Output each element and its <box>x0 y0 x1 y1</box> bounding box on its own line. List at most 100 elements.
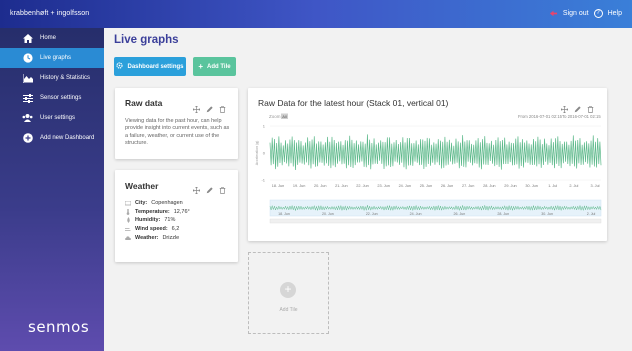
navigator-tick-label: 22. Jun <box>366 212 378 216</box>
weather-value: Copenhagen <box>151 200 183 207</box>
wind-icon <box>125 227 131 232</box>
card-title: Weather <box>125 181 159 191</box>
weather-card: Weather City: Copenhagen Temperature: 12… <box>115 170 238 262</box>
x-tick-label: 21. Jun <box>335 184 347 188</box>
sidebar-item-label: History & Statistics <box>40 75 91 81</box>
users-icon <box>22 113 33 123</box>
edit-icon[interactable] <box>206 100 213 113</box>
weather-value: 6,2 <box>171 226 180 233</box>
weather-label: Wind speed: <box>135 226 168 233</box>
x-tick-label: 26. Jun <box>441 184 453 188</box>
x-tick-label: 30. Jun <box>525 184 537 188</box>
app-window: krabbenhøft + ingolfsson Sign out ? Help… <box>0 0 632 351</box>
navigator-tick-label: 26. Jun <box>454 212 466 216</box>
dashboard-settings-label: Dashboard settings <box>127 63 184 70</box>
sidebar-item-label: Sensor settings <box>40 95 82 101</box>
card-title: Raw data <box>125 98 163 108</box>
weather-row-humidity: Humidity: 71% <box>125 216 190 225</box>
x-tick-label: 19. Jun <box>293 184 305 188</box>
raw-data-chart[interactable]: Zoom All From 2016-07-01 02:15 To 2016-07-0… <box>254 108 604 238</box>
x-tick-label: 23. Jun <box>377 184 389 188</box>
y-tick-label: -1 <box>261 178 265 183</box>
navigator-tick-label: 24. Jun <box>410 212 422 216</box>
sliders-icon <box>22 93 33 103</box>
card-tools <box>192 181 226 195</box>
x-tick-label: 1. Jul <box>548 184 557 188</box>
top-right-actions: Sign out ? Help <box>549 9 622 18</box>
edit-icon[interactable] <box>206 181 213 194</box>
x-tick-label: 29. Jun <box>504 184 516 188</box>
sidebar-item-add-dashboard[interactable]: Add new Dashboard <box>0 128 104 148</box>
card-tools <box>192 100 226 114</box>
edit-icon[interactable] <box>574 100 581 113</box>
move-icon[interactable] <box>192 100 201 114</box>
x-tick-label: 22. Jun <box>356 184 368 188</box>
sign-out-link[interactable]: Sign out <box>563 10 589 17</box>
gear-icon <box>116 62 124 71</box>
dashboard-settings-button[interactable]: Dashboard settings <box>114 57 186 76</box>
navigator-tick-label: 18. Jun <box>278 212 290 216</box>
x-tick-label: 20. Jun <box>314 184 326 188</box>
help-icon[interactable]: ? <box>593 9 603 18</box>
sidebar-item-history[interactable]: History & Statistics <box>0 68 104 88</box>
weather-value: 12,76° <box>173 208 190 215</box>
clock-icon <box>22 53 33 63</box>
zoom-label: Zoom <box>269 114 281 119</box>
plus-icon: + <box>280 282 296 298</box>
range-from: From 2016-07-01 02:15 <box>518 114 563 119</box>
weather-rows: City: Copenhagen Temperature: 12,76° Hum… <box>125 199 190 242</box>
y-tick-label: 0 <box>263 151 266 156</box>
weather-row-wind: Wind speed: 6,2 <box>125 225 190 234</box>
area-chart-icon <box>22 73 33 83</box>
sidebar-item-label: User settings <box>40 115 76 121</box>
series-line <box>269 134 602 171</box>
weather-value: 71% <box>164 217 176 224</box>
range-to: To 2016-07-01 02:15 <box>562 114 601 119</box>
flag-icon <box>125 200 131 206</box>
home-icon <box>22 33 33 43</box>
sidebar-item-user-settings[interactable]: User settings <box>0 108 104 128</box>
x-tick-label: 24. Jun <box>399 184 411 188</box>
logo-text: senmos <box>28 318 90 336</box>
trash-icon[interactable] <box>587 100 594 113</box>
cloud-icon <box>125 235 131 240</box>
weather-label: Temperature: <box>135 208 170 215</box>
x-tick-label: 25. Jun <box>420 184 432 188</box>
move-icon[interactable] <box>560 100 569 114</box>
zoom-all-label: All <box>282 114 287 119</box>
sidebar-item-home[interactable]: Home <box>0 28 104 48</box>
weather-value: Drizzle <box>162 234 180 241</box>
sidebar-item-sensor-settings[interactable]: Sensor settings <box>0 88 104 108</box>
sidebar-item-label: Live graphs <box>40 55 72 61</box>
sign-out-icon[interactable] <box>549 9 558 18</box>
plus-circle-icon <box>22 133 33 143</box>
add-tile-button[interactable]: + Add Tile <box>193 57 236 76</box>
sidebar: Home Live graphs History & Statistics Se… <box>0 28 104 351</box>
sidebar-item-label: Add new Dashboard <box>40 135 95 141</box>
trash-icon[interactable] <box>219 100 226 113</box>
page-title: Live graphs <box>114 34 179 46</box>
navigator-tick-label: 28. Jun <box>497 212 509 216</box>
navigator-scrollbar <box>269 218 602 224</box>
card-tools <box>560 100 594 114</box>
thermometer-icon <box>125 208 131 215</box>
move-icon[interactable] <box>192 181 201 195</box>
y-tick-label: 1 <box>263 124 266 129</box>
weather-row-city: City: Copenhagen <box>125 199 190 208</box>
raw-data-card: Raw data Viewing data for the past hour,… <box>115 88 238 159</box>
brand-name: krabbenhøft + ingolfsson <box>10 10 90 17</box>
droplet-icon <box>125 217 131 224</box>
add-tile-placeholder-label: Add Tile <box>279 307 298 313</box>
x-tick-label: 27. Jun <box>462 184 474 188</box>
x-tick-label: 2. Jul <box>569 184 578 188</box>
card-description: Viewing data for the past hour, can help… <box>125 118 230 146</box>
weather-label: Humidity: <box>135 217 161 224</box>
add-tile-placeholder[interactable]: + Add Tile <box>248 252 329 334</box>
trash-icon[interactable] <box>219 181 226 194</box>
sidebar-item-label: Home <box>40 35 57 41</box>
top-bar: krabbenhøft + ingolfsson Sign out ? Help <box>0 0 632 28</box>
navigator-tick-label: 20. Jun <box>322 212 334 216</box>
help-link[interactable]: Help <box>608 10 622 17</box>
sidebar-item-live-graphs[interactable]: Live graphs <box>0 48 104 68</box>
weather-label: Weather: <box>135 234 159 241</box>
